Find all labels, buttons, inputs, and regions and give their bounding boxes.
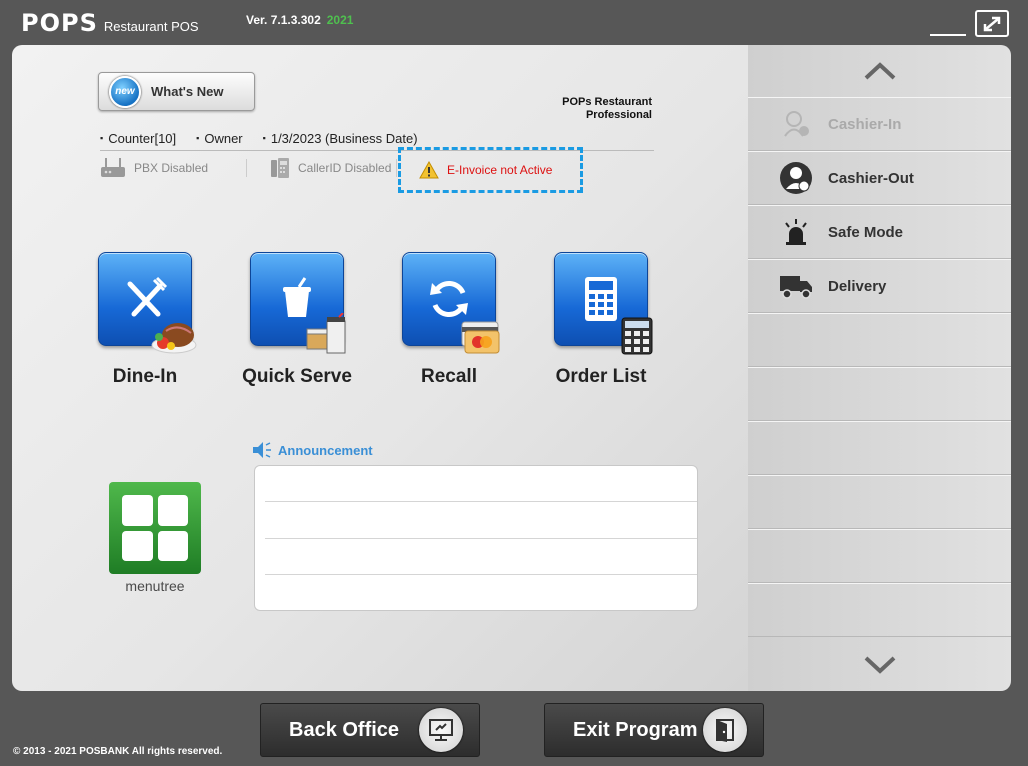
recall-label: Recall	[421, 366, 477, 387]
router-icon	[101, 158, 125, 177]
cashier-out-icon	[778, 160, 814, 196]
refresh-icon	[430, 280, 468, 318]
quick-serve-tile[interactable]: Quick Serve	[237, 252, 357, 388]
cashier-in-label: Cashier-In	[828, 115, 902, 133]
list-item	[748, 529, 1011, 583]
main-panel: new What's New POPs Restaurant Professio…	[12, 45, 748, 691]
truck-icon	[778, 268, 814, 304]
chevron-up-icon	[864, 62, 895, 80]
status-separator	[246, 159, 247, 177]
version-number: Ver. 7.1.3.302	[246, 13, 321, 27]
expand-icon	[983, 16, 1001, 31]
order-list-button[interactable]	[554, 252, 653, 355]
dine-in-button[interactable]	[98, 252, 197, 354]
pbx-status-label: PBX Disabled	[134, 161, 209, 175]
new-badge-icon: new	[109, 75, 141, 108]
calculator-small-icon	[621, 317, 653, 355]
announcement-label: Announcement	[278, 442, 373, 458]
delivery-label: Delivery	[828, 277, 887, 295]
credit-card-icon	[461, 321, 500, 354]
calculator-icon	[585, 277, 617, 321]
status-separator	[396, 159, 397, 177]
session-info: Counter[10] Owner 1/3/2023 (Business Dat…	[100, 131, 418, 146]
list-item	[748, 475, 1011, 529]
menutree-logo-icon	[109, 482, 201, 574]
list-item	[748, 367, 1011, 421]
monitor-icon	[419, 708, 463, 752]
pbx-status: PBX Disabled	[100, 157, 208, 179]
phone-icon	[271, 158, 289, 178]
einvoice-status[interactable]: E-Invoice not Active	[398, 147, 583, 193]
title-bar: POPS Restaurant POS Ver. 7.1.3.302 2021	[0, 0, 1028, 45]
menutree-button[interactable]: menutree	[109, 482, 201, 594]
quick-serve-label: Quick Serve	[242, 366, 352, 387]
safe-mode-button[interactable]: Safe Mode	[748, 205, 1011, 259]
back-office-button[interactable]: Back Office	[260, 703, 480, 757]
copyright-text: © 2013 - 2021 POSBANK All rights reserve…	[13, 746, 223, 757]
order-list-label: Order List	[555, 366, 647, 387]
warning-icon	[419, 161, 439, 179]
whats-new-label: What's New	[151, 84, 224, 99]
list-item	[748, 583, 1011, 637]
cashier-in-button[interactable]: Cashier-In	[748, 97, 1011, 151]
list-item	[265, 574, 697, 575]
exit-door-icon	[703, 708, 747, 752]
exit-program-button[interactable]: Exit Program	[544, 703, 764, 757]
scroll-down-button[interactable]	[748, 639, 1011, 691]
announcement-header: Announcement	[252, 441, 373, 459]
business-date-label: 1/3/2023 (Business Date)	[263, 131, 418, 146]
minimize-button[interactable]	[930, 20, 966, 36]
user-label: Owner	[196, 131, 242, 146]
speaker-icon	[253, 442, 271, 458]
delivery-button[interactable]: Delivery	[748, 259, 1011, 313]
order-list-tile[interactable]: Order List	[541, 252, 661, 388]
app-logo: POPS Restaurant POS	[21, 9, 199, 37]
chevron-down-icon	[864, 656, 895, 674]
callerid-status: CallerID Disabled	[270, 157, 391, 179]
food-plate-icon	[151, 323, 197, 354]
dine-in-tile[interactable]: Dine-In	[85, 252, 205, 388]
logo-text: POPS	[21, 9, 98, 37]
safe-mode-label: Safe Mode	[828, 223, 904, 241]
list-item	[748, 421, 1011, 475]
device-status-row: PBX Disabled CallerID Disabled E-Invoice…	[100, 147, 660, 193]
dine-in-label: Dine-In	[112, 366, 178, 387]
version-year: 2021	[326, 13, 354, 27]
callerid-status-label: CallerID Disabled	[298, 161, 392, 175]
recall-tile[interactable]: Recall	[389, 252, 509, 388]
version-label: Ver. 7.1.3.302 2021	[246, 13, 353, 27]
back-office-label: Back Office	[289, 718, 400, 741]
whats-new-button[interactable]: new What's New	[98, 72, 255, 111]
cashier-in-icon	[778, 106, 814, 142]
announcement-list	[254, 465, 698, 611]
exit-program-label: Exit Program	[573, 718, 698, 741]
cashier-out-button[interactable]: Cashier-Out	[748, 151, 1011, 205]
side-menu: Cashier-In Cashier-Out Safe Mode Deliver…	[748, 45, 1011, 691]
product-line-1: POPs Restaurant	[562, 96, 652, 108]
einvoice-status-label: E-Invoice not Active	[447, 163, 553, 177]
scroll-up-button[interactable]	[748, 45, 1011, 97]
product-line-2: Professional	[585, 109, 652, 121]
drink-icon	[306, 313, 346, 354]
list-item	[265, 538, 697, 539]
maximize-button[interactable]	[975, 10, 1009, 37]
list-item	[748, 313, 1011, 367]
alarm-light-icon	[778, 214, 814, 250]
quick-serve-button[interactable]	[250, 252, 346, 354]
recall-button[interactable]	[402, 252, 500, 354]
logo-subtitle: Restaurant POS	[103, 19, 199, 34]
cashier-out-label: Cashier-Out	[828, 169, 914, 187]
station-label: Counter[10]	[100, 131, 176, 146]
product-name: POPs Restaurant Professional	[512, 96, 652, 122]
list-item	[265, 501, 697, 502]
menutree-label: menutree	[125, 578, 185, 594]
